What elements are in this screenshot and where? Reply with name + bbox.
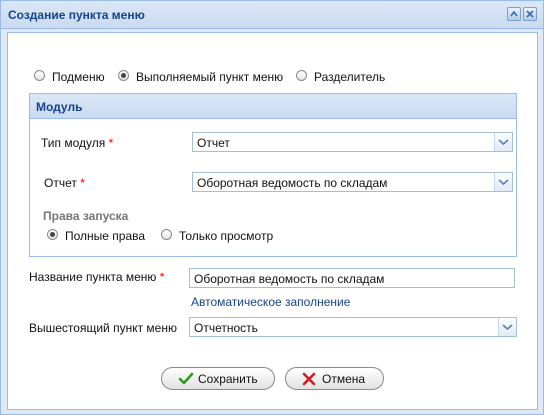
module-type-select[interactable]: Отчет (192, 132, 513, 152)
required-mark: * (80, 176, 85, 190)
report-value: Оборотная ведомость по складам (197, 176, 388, 190)
chevron-down-icon (498, 139, 509, 146)
radio-view-only[interactable] (161, 229, 172, 240)
report-trigger[interactable] (494, 173, 512, 191)
module-type-value: Отчет (197, 136, 230, 150)
radio-separator[interactable] (296, 70, 307, 81)
save-button[interactable]: Сохранить (161, 367, 275, 390)
module-fieldset-header: Модуль (30, 94, 516, 119)
menu-name-label: Название пункта меню * (29, 270, 165, 284)
chevron-up-icon (510, 10, 518, 17)
parent-item-label: Вышестоящий пункт меню (29, 321, 177, 335)
radio-full-rights-label[interactable]: Полные права (65, 229, 145, 243)
report-select[interactable]: Оборотная ведомость по складам (192, 172, 513, 192)
cancel-button-label: Отмена (322, 372, 366, 386)
save-button-label: Сохранить (198, 372, 258, 386)
module-type-label: Тип модуля * (41, 136, 114, 150)
radio-executable-item[interactable] (118, 70, 129, 81)
module-type-trigger[interactable] (494, 133, 512, 151)
checkmark-icon (178, 372, 194, 385)
chevron-down-icon (502, 324, 513, 331)
radio-view-only-label[interactable]: Только просмотр (179, 229, 273, 243)
dialog-body: Подменю Выполняемый пункт меню Разделите… (7, 32, 538, 410)
radio-separator-label[interactable]: Разделитель (314, 70, 385, 84)
required-mark: * (159, 270, 165, 284)
radio-full-rights[interactable] (47, 229, 58, 240)
module-fieldset: Модуль Тип модуля * Отчет Отчет * Оборот… (29, 93, 517, 257)
collapse-button[interactable] (507, 7, 521, 21)
module-fieldset-title: Модуль (36, 100, 83, 114)
parent-item-trigger[interactable] (498, 318, 516, 336)
dialog-window: Создание пункта меню Подменю Выполняемый… (0, 0, 544, 415)
radio-submenu-label[interactable]: Подменю (52, 70, 105, 84)
dialog-titlebar[interactable]: Создание пункта меню (1, 1, 543, 29)
required-mark: * (108, 136, 114, 150)
chevron-down-icon (498, 179, 509, 186)
cancel-button[interactable]: Отмена (285, 367, 384, 390)
radio-executable-item-label[interactable]: Выполняемый пункт меню (136, 70, 283, 84)
menu-name-input[interactable]: Оборотная ведомость по складам (189, 268, 515, 288)
parent-item-select[interactable]: Отчетность (189, 317, 517, 337)
cross-icon (302, 372, 316, 386)
close-icon (526, 10, 534, 18)
autofill-link[interactable]: Автоматическое заполнение (191, 295, 350, 309)
launch-rights-title: Права запуска (43, 209, 129, 223)
dialog-title: Создание пункта меню (8, 8, 145, 22)
report-label: Отчет * (44, 176, 85, 190)
parent-item-value: Отчетность (194, 321, 258, 335)
close-button[interactable] (523, 7, 537, 21)
radio-submenu[interactable] (34, 70, 45, 81)
